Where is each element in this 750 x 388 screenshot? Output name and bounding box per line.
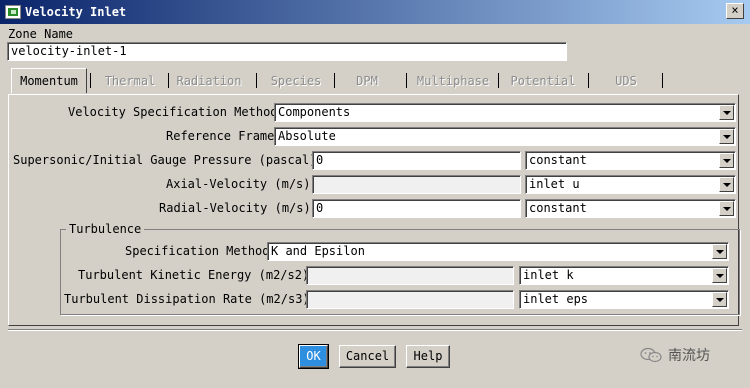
chevron-down-icon[interactable] xyxy=(712,292,727,307)
app-icon xyxy=(5,5,21,19)
axial-velocity-method-select[interactable]: inlet u xyxy=(525,175,736,194)
tab-thermal[interactable]: Thermal xyxy=(96,70,164,92)
tab-potential[interactable]: Potential xyxy=(505,70,581,92)
tab-separator xyxy=(662,73,663,88)
chevron-down-icon[interactable] xyxy=(719,129,734,144)
kinetic-energy-input[interactable] xyxy=(306,266,514,285)
tab-separator xyxy=(588,73,589,88)
watermark-text: 南流坊 xyxy=(668,348,710,364)
radial-velocity-method-select[interactable]: constant xyxy=(525,199,736,218)
tab-species[interactable]: Species xyxy=(262,70,330,92)
wechat-icon xyxy=(640,347,662,363)
kinetic-energy-label: Turbulent Kinetic Energy (m2/s2) xyxy=(78,268,310,282)
chevron-down-icon[interactable] xyxy=(719,105,734,120)
axial-velocity-method-value: inlet u xyxy=(529,177,580,191)
chevron-down-icon[interactable] xyxy=(712,244,727,259)
turbulence-spec-label: Specification Method xyxy=(125,244,270,258)
tab-separator xyxy=(334,73,335,88)
tab-separator xyxy=(168,73,169,88)
tab-separator xyxy=(90,73,91,88)
dissipation-rate-input[interactable] xyxy=(306,290,514,309)
dissipation-rate-method-select[interactable]: inlet eps xyxy=(519,290,729,309)
reference-frame-value: Absolute xyxy=(278,129,336,143)
tab-bar: Momentum Thermal Radiation Species DPM M… xyxy=(8,68,678,94)
watermark: 南流坊 xyxy=(640,344,730,366)
tab-separator xyxy=(498,73,499,88)
tab-radiation[interactable]: Radiation xyxy=(171,70,247,92)
cancel-button[interactable]: Cancel xyxy=(339,345,396,368)
kinetic-energy-method-value: inlet k xyxy=(523,268,574,282)
window-title: Velocity Inlet xyxy=(25,5,127,19)
tab-momentum[interactable]: Momentum xyxy=(11,68,87,93)
radial-velocity-method-value: constant xyxy=(529,201,587,215)
velocity-spec-select[interactable]: Components xyxy=(274,103,736,122)
tab-dpm[interactable]: DPM xyxy=(338,70,396,92)
help-button[interactable]: Help xyxy=(406,345,450,368)
chevron-down-icon[interactable] xyxy=(719,201,734,216)
zone-name-input[interactable]: velocity-inlet-1 xyxy=(7,42,567,61)
reference-frame-select[interactable]: Absolute xyxy=(274,127,736,146)
ok-button[interactable]: OK xyxy=(298,344,329,369)
zone-name-label: Zone Name xyxy=(8,27,74,41)
axial-velocity-input[interactable] xyxy=(312,175,521,194)
kinetic-energy-method-select[interactable]: inlet k xyxy=(519,266,729,285)
gauge-pressure-method-select[interactable]: constant xyxy=(525,151,736,170)
gauge-pressure-method-value: constant xyxy=(529,153,587,167)
axial-velocity-label: Axial-Velocity (m/s) xyxy=(166,177,311,191)
dissipation-rate-label: Turbulent Dissipation Rate (m2/s3) xyxy=(64,292,310,306)
title-bar: Velocity Inlet × xyxy=(0,0,750,24)
velocity-spec-label: Velocity Specification Method xyxy=(68,105,278,119)
close-button[interactable]: × xyxy=(726,3,744,19)
reference-frame-label: Reference Frame xyxy=(166,129,275,143)
tab-separator xyxy=(406,73,407,88)
chevron-down-icon[interactable] xyxy=(719,177,734,192)
velocity-spec-value: Components xyxy=(278,105,351,119)
turbulence-group-title: Turbulence xyxy=(66,222,145,236)
divider xyxy=(8,329,742,331)
turbulence-spec-select[interactable]: K and Epsilon xyxy=(267,242,729,261)
chevron-down-icon[interactable] xyxy=(712,268,727,283)
gauge-pressure-label: Supersonic/Initial Gauge Pressure (pasca… xyxy=(13,153,317,167)
radial-velocity-input[interactable]: 0 xyxy=(312,199,521,218)
tab-multiphase[interactable]: Multiphase xyxy=(413,70,493,92)
radial-velocity-label: Radial-Velocity (m/s) xyxy=(159,201,311,215)
chevron-down-icon[interactable] xyxy=(719,153,734,168)
turbulence-spec-value: K and Epsilon xyxy=(271,244,365,258)
tab-separator xyxy=(256,73,257,88)
gauge-pressure-input[interactable]: 0 xyxy=(312,151,521,170)
tab-uds[interactable]: UDS xyxy=(600,70,652,92)
dissipation-rate-method-value: inlet eps xyxy=(523,292,589,306)
